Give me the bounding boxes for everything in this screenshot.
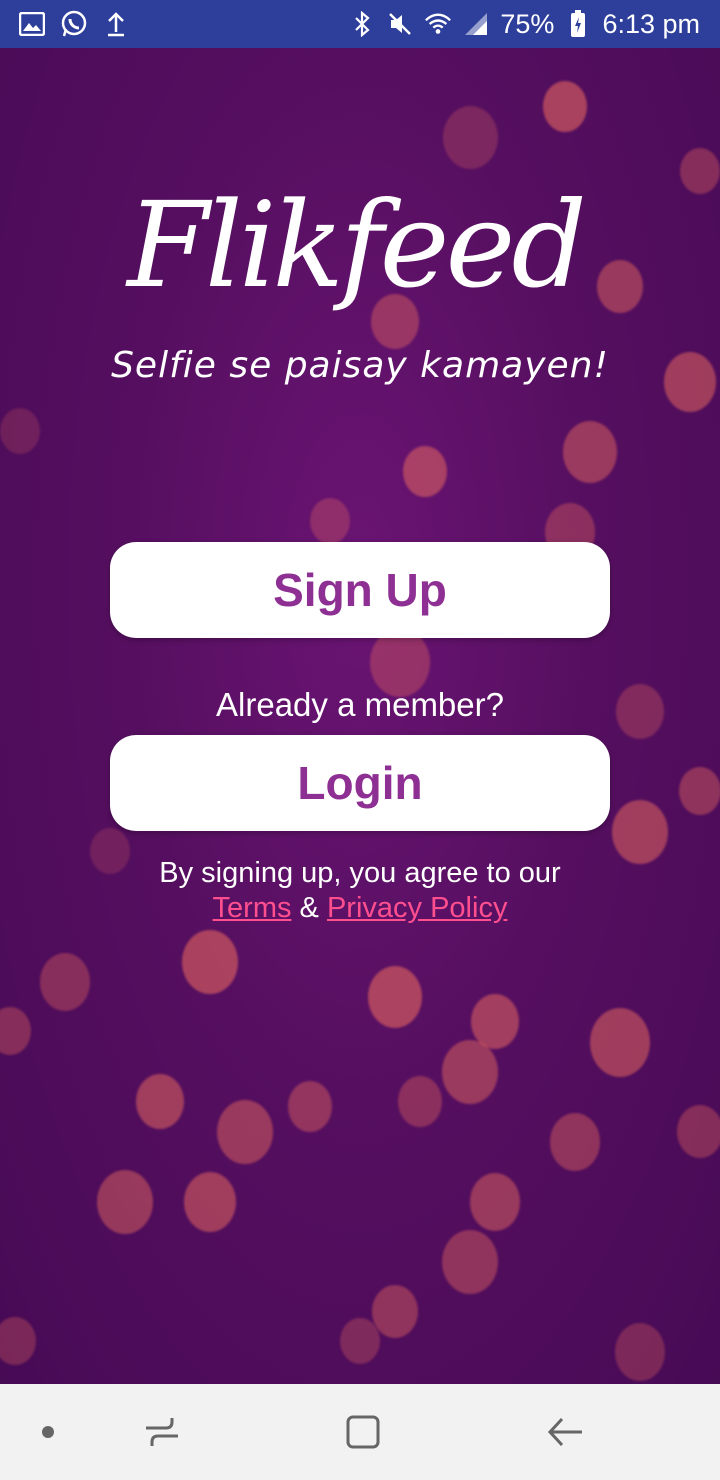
bokeh-circle <box>184 1172 236 1232</box>
bokeh-circle <box>403 446 447 497</box>
navigation-bar <box>0 1384 720 1480</box>
bokeh-circle <box>563 421 617 484</box>
whatsapp-icon <box>60 10 88 38</box>
bluetooth-icon <box>348 10 376 38</box>
terms-notice: By signing up, you agree to our Terms & … <box>0 856 720 926</box>
mute-icon <box>386 10 414 38</box>
home-icon[interactable] <box>339 1408 387 1456</box>
logo-wordmark: Flikfeed <box>127 176 587 314</box>
bokeh-circle <box>677 1105 720 1158</box>
bokeh-circle <box>590 1008 650 1077</box>
back-icon[interactable] <box>541 1408 589 1456</box>
bokeh-circle <box>0 408 40 454</box>
bokeh-circle <box>612 800 668 865</box>
clock: 6:13 pm <box>602 9 700 39</box>
bokeh-circle <box>680 148 720 194</box>
bokeh-circle <box>182 930 238 995</box>
recent-apps-icon[interactable] <box>138 1408 186 1456</box>
upload-icon <box>102 10 130 38</box>
bokeh-circle <box>442 1230 498 1295</box>
bokeh-circle <box>372 1285 418 1338</box>
battery-charging-icon <box>564 10 592 38</box>
bokeh-circle <box>288 1081 332 1132</box>
bokeh-circle <box>0 1007 31 1056</box>
app-logo: Flikfeed <box>120 150 590 350</box>
terms-link[interactable]: Terms <box>213 892 292 924</box>
ampersand: & <box>299 892 319 924</box>
signup-button[interactable]: Sign Up <box>110 542 610 638</box>
tagline: Selfie se paisay kamayen! <box>111 345 609 386</box>
member-prompt: Already a member? <box>216 686 504 723</box>
bokeh-circle <box>310 498 350 544</box>
bokeh-circle <box>0 1317 36 1366</box>
dot-icon[interactable] <box>24 1408 72 1456</box>
bokeh-circle <box>40 953 90 1011</box>
bokeh-circle <box>97 1170 153 1235</box>
bokeh-circle <box>543 81 587 132</box>
bokeh-circle <box>615 1323 665 1381</box>
bokeh-circle <box>340 1318 380 1364</box>
image-icon <box>18 10 46 38</box>
bokeh-circle <box>550 1113 600 1171</box>
wifi-icon <box>424 10 452 38</box>
bokeh-circle <box>442 1040 498 1105</box>
signal-icon <box>462 10 490 38</box>
terms-prefix: By signing up, you agree to our <box>159 857 561 889</box>
bokeh-circle <box>664 352 716 412</box>
login-button[interactable]: Login <box>110 735 610 831</box>
bokeh-circle <box>470 1173 520 1231</box>
bokeh-circle <box>136 1074 184 1130</box>
bokeh-circle <box>368 966 422 1029</box>
bokeh-circle <box>597 260 643 313</box>
bokeh-circle <box>679 767 720 816</box>
battery-percent: 75% <box>500 9 555 39</box>
bokeh-circle <box>217 1100 273 1165</box>
status-bar: 75% 6:13 pm <box>0 0 720 48</box>
privacy-policy-link[interactable]: Privacy Policy <box>327 892 508 924</box>
bokeh-circle <box>398 1076 442 1127</box>
